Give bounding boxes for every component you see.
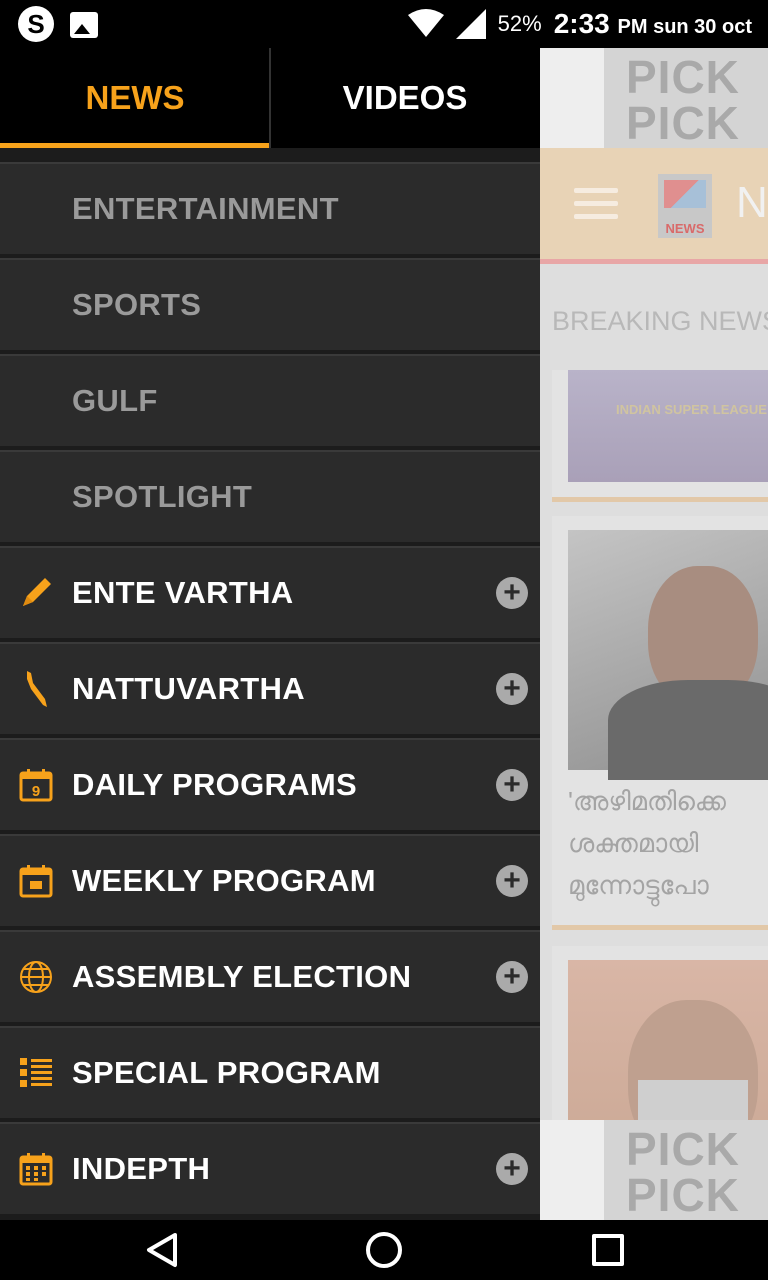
svg-text:9: 9	[32, 783, 40, 800]
globe-icon	[18, 959, 54, 995]
background-app: PICKPICK A NEWS N BREAKING NEWS INDIAN S…	[540, 48, 768, 1220]
menu-item-indepth[interactable]: INDEPTH +	[0, 1122, 540, 1214]
menu-item-weekly-program[interactable]: WEEKLY PROGRAM +	[0, 834, 540, 926]
expand-icon[interactable]: +	[496, 961, 528, 993]
list-icon	[18, 1055, 54, 1091]
system-nav-bar	[0, 1220, 768, 1280]
news-card: 'അഴിമതിക്കെ ശക്തമായി മുന്നോട്ടുപോ	[552, 516, 768, 930]
image-notification-icon	[70, 12, 98, 38]
expand-icon[interactable]: +	[496, 577, 528, 609]
menu-item-spotlight[interactable]: SPOTLIGHT	[0, 450, 540, 542]
menu-item-nattuvartha[interactable]: NATTUVARTHA +	[0, 642, 540, 734]
calendar-week-icon	[18, 863, 54, 899]
tab-news[interactable]: NEWS	[0, 48, 270, 148]
ad-banner-top: PICKPICK A	[540, 48, 768, 192]
menu-item-special-program[interactable]: SPECIAL PROGRAM	[0, 1026, 540, 1118]
tab-videos[interactable]: VIDEOS	[270, 48, 540, 148]
calendar-grid-icon	[18, 1151, 54, 1187]
recent-apps-icon[interactable]	[592, 1234, 624, 1266]
news-card: INDIAN SUPER LEAGUE	[552, 370, 768, 502]
expand-icon[interactable]: +	[496, 673, 528, 705]
expand-icon[interactable]: +	[496, 1153, 528, 1185]
kerala-map-icon	[18, 671, 54, 707]
calendar-day-icon: 9	[18, 767, 54, 803]
ad-banner-bottom: PICKPICK A	[540, 1120, 768, 1220]
back-icon[interactable]	[145, 1232, 179, 1268]
signal-icon	[455, 9, 486, 39]
menu-item-entertainment[interactable]: ENTERTAINMENT	[0, 162, 540, 254]
home-icon[interactable]	[366, 1232, 402, 1268]
wifi-icon	[407, 9, 444, 37]
drawer-tabs: NEWS VIDEOS	[0, 48, 540, 148]
battery-percent: 52%	[497, 11, 542, 36]
navigation-drawer: NEWS VIDEOS ENTERTAINMENT SPORTS GULF SP…	[0, 48, 540, 1220]
expand-icon[interactable]: +	[496, 769, 528, 801]
menu-item-sports[interactable]: SPORTS	[0, 258, 540, 350]
status-bar: S 52% 2:33 PM sun 30 oct	[0, 0, 768, 48]
menu-item-gulf[interactable]: GULF	[0, 354, 540, 446]
manorama-news-logo: NEWS	[658, 174, 712, 238]
menu-item-daily-programs[interactable]: 9 DAILY PROGRAMS +	[0, 738, 540, 830]
pencil-icon	[18, 575, 54, 611]
skype-notification-icon: S	[18, 6, 54, 42]
menu-item-ente-vartha[interactable]: ENTE VARTHA +	[0, 546, 540, 638]
clock: 2:33 PM sun 30 oct	[553, 8, 752, 39]
hamburger-menu-icon	[574, 188, 618, 219]
menu-item-assembly-election[interactable]: ASSEMBLY ELECTION +	[0, 930, 540, 1022]
app-toolbar: NEWS N	[540, 148, 768, 264]
expand-icon[interactable]: +	[496, 865, 528, 897]
breaking-news-label: BREAKING NEWS	[552, 306, 768, 336]
